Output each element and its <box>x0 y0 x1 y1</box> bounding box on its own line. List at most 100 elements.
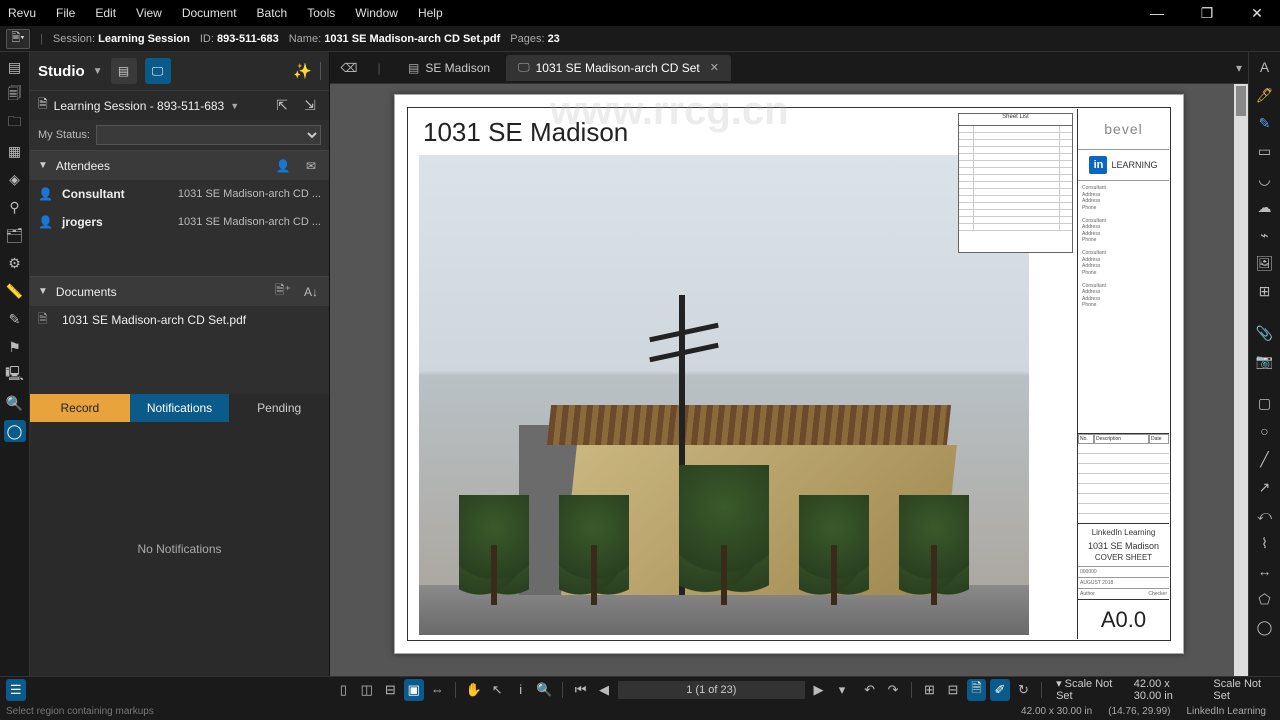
panel-signatures-icon[interactable]: ✎ <box>4 308 26 330</box>
menu-help[interactable]: Help <box>418 6 443 20</box>
document-tab-2[interactable]: 🖵 1031 SE Madison-arch CD Set ✕ <box>506 55 731 81</box>
panel-links-icon[interactable]: 🖳 <box>4 364 26 386</box>
panel-search-icon[interactable]: 🔍 <box>4 392 26 414</box>
rectangle-tool-icon[interactable]: ▢ <box>1254 392 1276 414</box>
menu-revu[interactable]: Revu <box>8 6 36 20</box>
attendees-label: Attendees <box>56 159 110 173</box>
right-tool-rail: A 🖊 ✎ ▭ ◡ ☁ ⌁ 🖼 ⊞ 📎 📷 ▢ ○ ╱ ↗ ⤺ ⌇ ↔ ⬠ ◯ <box>1248 52 1280 676</box>
curve-tool-icon[interactable]: ⤺ <box>1254 504 1276 526</box>
attachment-tool-icon[interactable]: 📎 <box>1254 322 1276 344</box>
documents-header[interactable]: ▼ Documents 🗎⁺ A↓ <box>30 276 329 306</box>
text-tool-icon[interactable]: A <box>1254 56 1276 78</box>
attendee-row[interactable]: 👤 jrogers 1031 SE Madison-arch CD ... <box>30 208 329 236</box>
camera-tool-icon[interactable]: 📷 <box>1254 350 1276 372</box>
image-tool-icon[interactable]: 🖼 <box>1254 252 1276 274</box>
vertical-scrollbar[interactable] <box>1234 84 1248 676</box>
panel-sets-icon[interactable]: 🗂 <box>4 224 26 246</box>
snap-icon[interactable]: ⊟ <box>943 679 963 701</box>
snap-markup-icon[interactable]: ✐ <box>990 679 1010 701</box>
document-viewer[interactable]: 1031 SE Madison Sheet Lis <box>330 84 1248 676</box>
snap-content-icon[interactable]: 🗎 <box>967 679 987 701</box>
session-leave-icon[interactable]: ⇲ <box>299 97 321 114</box>
documents-add-icon[interactable]: 🗎⁺ <box>273 281 293 302</box>
prev-page-icon[interactable]: ◀ <box>594 679 614 701</box>
arrow-tool-icon[interactable]: ↗ <box>1254 476 1276 498</box>
fit-width-icon[interactable]: ⇔ <box>428 679 448 701</box>
window-close-icon[interactable]: ✕ <box>1242 5 1272 22</box>
tab-record[interactable]: Record <box>30 394 130 422</box>
session-checkout-icon[interactable]: ⇱ <box>271 97 293 114</box>
reuse-icon[interactable]: ↻ <box>1014 679 1034 701</box>
next-page-icon[interactable]: ▶ <box>809 679 829 701</box>
panel-studio-icon[interactable]: ◯ <box>4 420 26 442</box>
menu-window[interactable]: Window <box>355 6 398 20</box>
menu-file[interactable]: File <box>56 6 75 20</box>
session-selector[interactable]: 🗎 Learning Session - 893-511-683 ▼ ⇱ ⇲ <box>30 90 329 120</box>
panel-properties-icon[interactable]: ▤ <box>4 56 26 78</box>
panel-grid-icon[interactable]: ▦ <box>4 140 26 162</box>
select-tool-icon[interactable]: ↖ <box>487 679 507 701</box>
sheet-number: A0.0 <box>1078 599 1169 639</box>
cloud-tool-icon[interactable]: ☁ <box>1254 196 1276 218</box>
split-horizontal-icon[interactable]: ⊟ <box>381 679 401 701</box>
polyline2-tool-icon[interactable]: ⌇ <box>1254 532 1276 554</box>
attendee-row[interactable]: 👤 Consultant 1031 SE Madison-arch CD ... <box>30 180 329 208</box>
last-page-icon[interactable]: ▾ <box>832 679 852 701</box>
file-dropdown-icon[interactable]: 🗎▾ <box>6 29 30 49</box>
line2-tool-icon[interactable]: ╱ <box>1254 448 1276 470</box>
page-indicator[interactable]: 1 (1 of 23) <box>618 681 805 699</box>
panel-thumbnails-icon[interactable]: 🗐 <box>4 84 26 106</box>
panel-file-access-icon[interactable]: 🗀 <box>4 112 26 134</box>
eraser-tool-icon[interactable]: ⌫ <box>336 56 362 80</box>
redo-icon[interactable]: ↷ <box>883 679 903 701</box>
tab-notifications[interactable]: Notifications <box>130 394 230 422</box>
panel-flags-icon[interactable]: ⚑ <box>4 336 26 358</box>
menu-batch[interactable]: Batch <box>257 6 288 20</box>
circle-tool-icon[interactable]: ◯ <box>1254 616 1276 638</box>
split-vertical-icon[interactable]: ◫ <box>357 679 377 701</box>
text-select-icon[interactable]: Ꭵ <box>511 679 531 701</box>
zoom-tool-icon[interactable]: 🔍 <box>534 679 554 701</box>
one-full-page-icon[interactable]: ▣ <box>404 679 424 701</box>
menu-document[interactable]: Document <box>182 6 237 20</box>
ellipse-tool-icon[interactable]: ○ <box>1254 420 1276 442</box>
attendee-invite-icon[interactable]: ✉ <box>301 159 321 173</box>
polygon-tool-icon[interactable]: ⬠ <box>1254 588 1276 610</box>
undo-icon[interactable]: ↶ <box>860 679 880 701</box>
panel-layers-icon[interactable]: ◈ <box>4 168 26 190</box>
grid-icon[interactable]: ⊞ <box>920 679 940 701</box>
studio-projects-button[interactable]: ▤ <box>111 58 137 84</box>
arc-tool-icon[interactable]: ◡ <box>1254 168 1276 190</box>
documents-sort-icon[interactable]: A↓ <box>301 285 321 299</box>
pen-tool-icon[interactable]: ✎ <box>1254 112 1276 134</box>
stamp-tool-icon[interactable]: ⊞ <box>1254 280 1276 302</box>
document-list-item[interactable]: 🗎 1031 SE Madison-arch CD Set.pdf <box>30 306 329 334</box>
scale-dropdown[interactable]: ▾ Scale Not Set <box>1050 677 1124 702</box>
panel-places-icon[interactable]: ⚲ <box>4 196 26 218</box>
attendee-follow-icon[interactable]: 👤 <box>273 159 293 173</box>
panel-measurements-icon[interactable]: 📏 <box>4 280 26 302</box>
tabs-overflow-icon[interactable]: ▾ <box>1236 61 1242 75</box>
tab-pending[interactable]: Pending <box>229 394 329 422</box>
studio-sessions-button[interactable]: 🖵 <box>145 58 171 84</box>
window-minimize-icon[interactable]: — <box>1142 5 1172 21</box>
status-select[interactable] <box>96 125 321 145</box>
menu-view[interactable]: View <box>136 6 162 20</box>
highlight-tool-icon[interactable]: 🖊 <box>1254 84 1276 106</box>
dimension-tool-icon[interactable]: ↔ <box>1254 560 1276 582</box>
polyline-tool-icon[interactable]: ⌁ <box>1254 224 1276 246</box>
line-tool-icon[interactable]: ▭ <box>1254 140 1276 162</box>
menu-tools[interactable]: Tools <box>307 6 335 20</box>
first-page-icon[interactable]: ⏮ <box>571 679 591 701</box>
tab-close-icon[interactable]: ✕ <box>710 61 719 74</box>
single-page-icon[interactable]: ▯ <box>334 679 354 701</box>
window-maximize-icon[interactable]: ❐ <box>1192 5 1222 22</box>
markups-list-icon[interactable]: ☰ <box>6 679 26 701</box>
menu-edit[interactable]: Edit <box>95 6 116 20</box>
studio-magic-icon[interactable]: ✨ <box>293 62 312 80</box>
studio-dropdown-icon[interactable]: ▼ <box>93 66 103 77</box>
document-tab-1[interactable]: ▤ SE Madison <box>396 55 502 81</box>
pan-tool-icon[interactable]: ✋ <box>464 679 484 701</box>
panel-settings-icon[interactable]: ⚙ <box>4 252 26 274</box>
attendees-header[interactable]: ▼ Attendees 👤 ✉ <box>30 150 329 180</box>
